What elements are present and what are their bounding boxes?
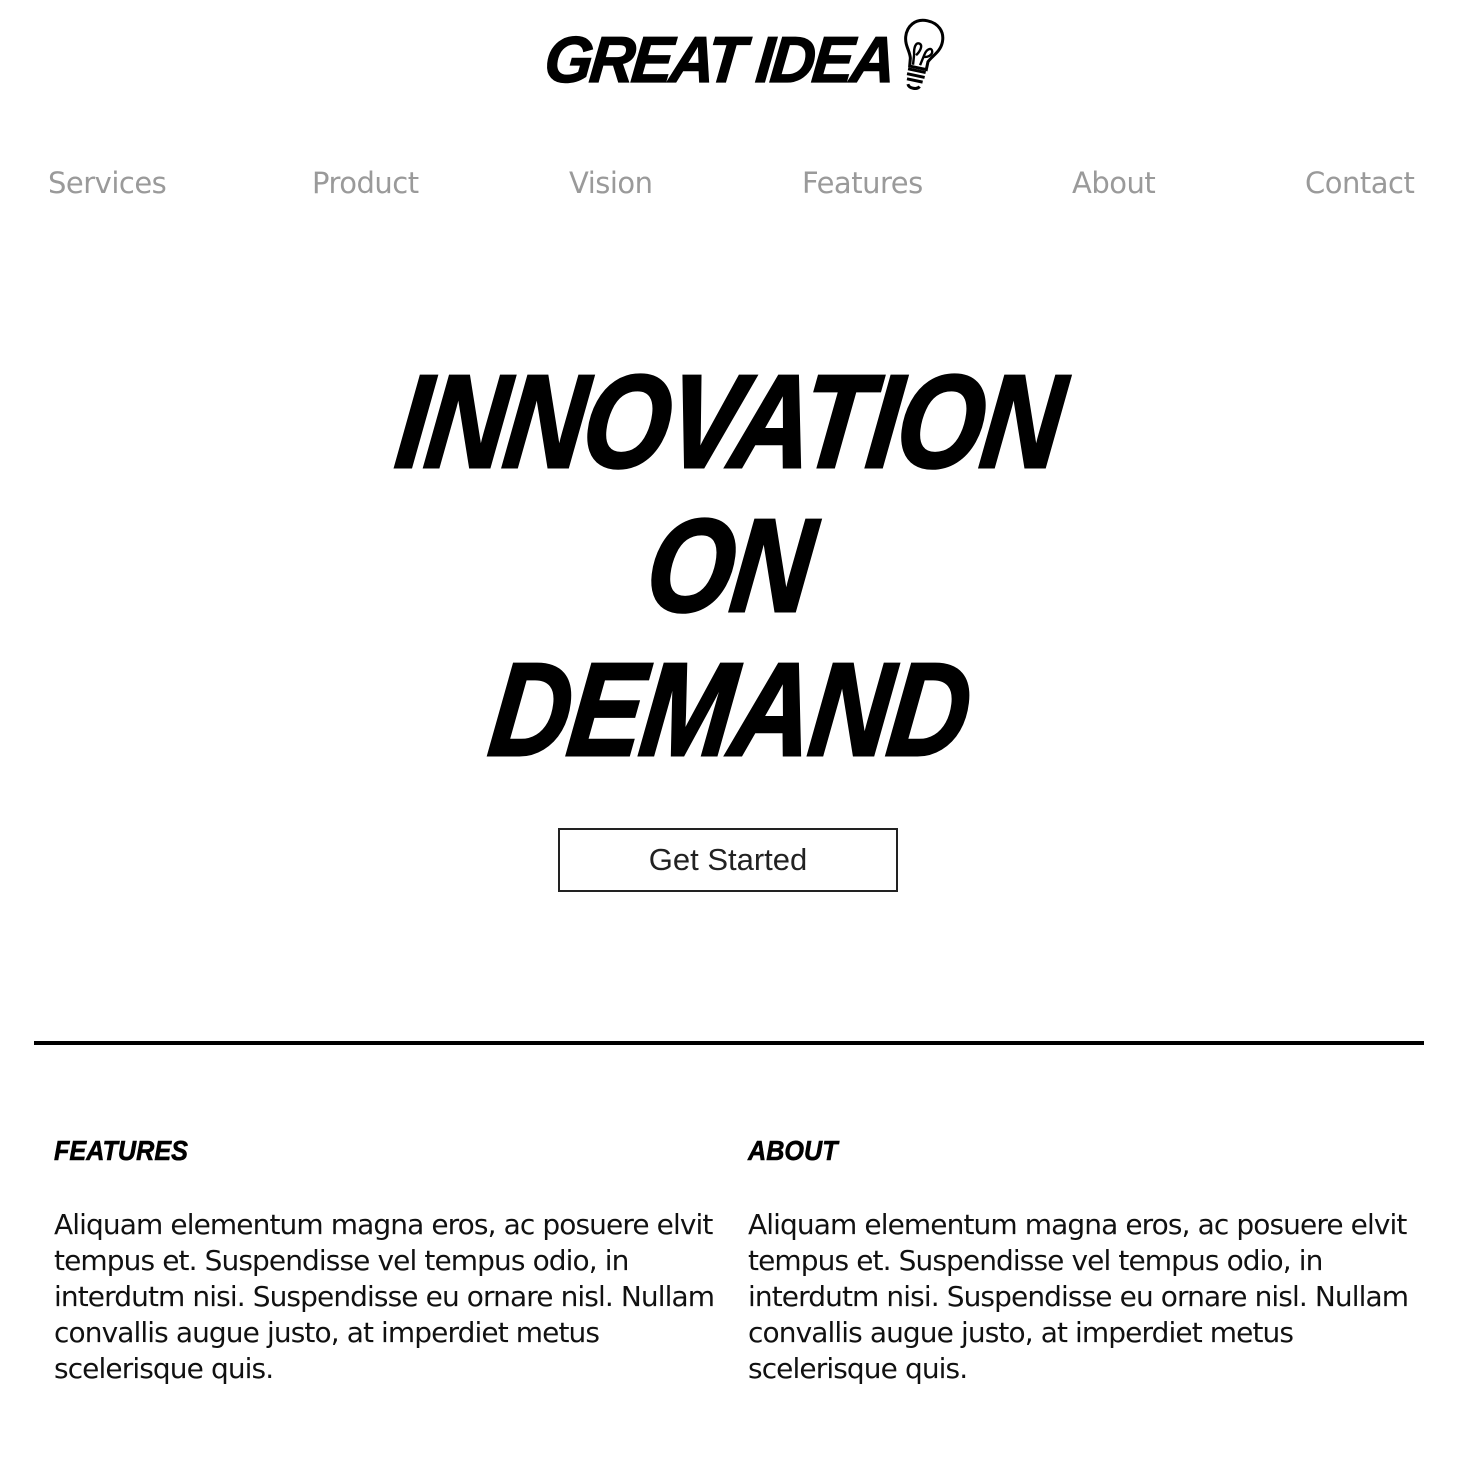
features-section: FEATURES Aliquam elementum magna eros, a… [54,1135,719,1387]
nav-item-vision[interactable]: Vision [569,166,653,200]
logo-text: GREAT IDEA [541,24,897,98]
about-heading: ABOUT [748,1135,838,1167]
nav-item-product[interactable]: Product [312,166,419,200]
logo[interactable]: GREAT IDEA [541,14,945,98]
about-section: ABOUT Aliquam elementum magna eros, ac p… [748,1135,1413,1387]
lightbulb-icon [903,18,945,90]
hero-title-line-1: INNOVATION [389,347,1072,497]
nav-item-features[interactable]: Features [802,166,923,200]
get-started-button[interactable]: Get Started [558,828,898,892]
main-nav: Services Product Vision Features About C… [0,166,1460,210]
nav-item-services[interactable]: Services [48,166,167,200]
section-divider [34,1041,1424,1045]
hero-title-line-2: ON [639,491,822,641]
features-body: Aliquam elementum magna eros, ac posuere… [54,1208,715,1385]
hero-title-line-3: DEMAND [482,635,979,785]
nav-item-contact[interactable]: Contact [1305,166,1415,200]
features-heading: FEATURES [54,1135,188,1167]
hero: INNOVATION ON DEMAND [0,347,1460,785]
nav-item-about[interactable]: About [1072,166,1156,200]
about-body: Aliquam elementum magna eros, ac posuere… [748,1208,1409,1385]
